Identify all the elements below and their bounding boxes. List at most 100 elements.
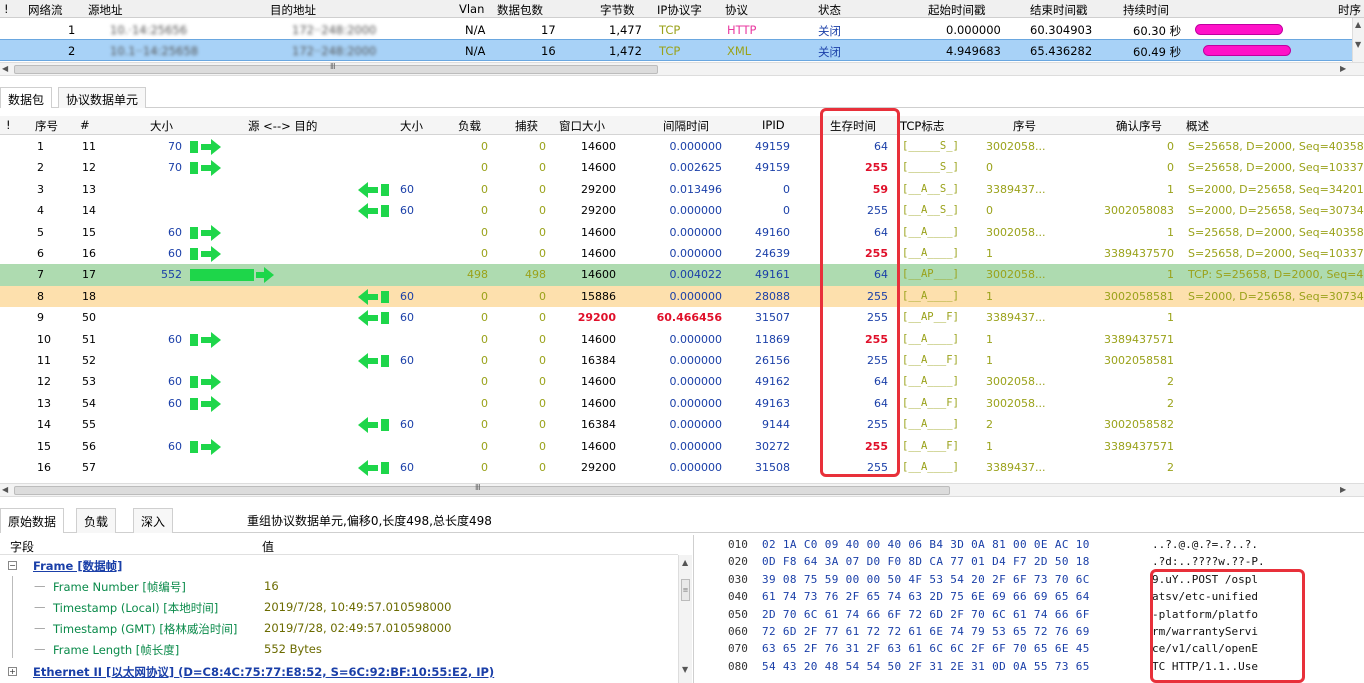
flow-row-selected[interactable]: 2 10.1··14:25658 172··248:2000 N/A 16 1,…: [0, 39, 1352, 61]
flow-col-bytes[interactable]: 字节数: [600, 2, 635, 18]
packet-row[interactable]: 15 56 0 0 14600 0.000000 30272 255 [__A___F] 1 338…: [0, 436, 1364, 457]
flow-vertical-scrollbar[interactable]: ▲ ▼: [1352, 18, 1364, 62]
hex-row[interactable]: 040 61 74 73 76 2F 65 74 63 2D 75 6E 69 6…: [696, 590, 1364, 607]
packet-row[interactable]: 1 11 0 0 14600 0.000000 49159 64 [_____S_] 300205…: [0, 136, 1364, 157]
tab-packets[interactable]: 数据包: [0, 87, 53, 108]
frame-title[interactable]: Frame [数据帧]: [33, 558, 122, 574]
pk-col-interval[interactable]: 间隔时间: [663, 118, 709, 134]
scroll-left-icon[interactable]: ◀: [2, 64, 8, 73]
scroll-down-icon[interactable]: ▼: [682, 665, 688, 674]
hex-row[interactable]: 010 02 1A C0 09 40 00 40 06 B4 3D 0A 81 0…: [696, 538, 1364, 555]
pk-col-ack[interactable]: 确认序号: [1116, 118, 1162, 134]
packet-row[interactable]: 6 16 0 0 14600 0.000000 24639 255 [__A____] 1 3389…: [0, 243, 1364, 264]
fields-col-name[interactable]: 字段: [10, 538, 34, 555]
packet-row[interactable]: 8 18 0 0 15886 0.000000 28088 255 [__A____] 1 3002…: [0, 285, 1364, 308]
pk-col-ipid[interactable]: IPID: [762, 118, 785, 132]
packet-row[interactable]: 5 15 0 0 14600 0.000000 49160 64 [__A____] 300205…: [0, 222, 1364, 243]
flow-col-state[interactable]: 状态: [818, 2, 841, 18]
flow-col-ipproto[interactable]: IP协议字: [657, 2, 702, 18]
flow-col-src[interactable]: 源地址: [88, 2, 123, 18]
packet-row[interactable]: 7 17 498 498 14600 0.004022 49161 64 [__AP___] 30…: [0, 264, 1364, 286]
pk-col-seq[interactable]: 序号: [1013, 118, 1036, 134]
flow-col-timeline[interactable]: 时序: [1338, 2, 1361, 18]
packet-row[interactable]: 3 13 0 0 29200 0.013496 0 59 [__A__S_] 3389437...…: [0, 179, 1364, 200]
packet-row[interactable]: 16 57 0 0 29200 0.000000 31508 255 [__A____] 3389…: [0, 457, 1364, 478]
flow-col-flag[interactable]: !: [4, 2, 9, 16]
scroll-thumb[interactable]: [14, 65, 658, 74]
packet-ack: 3389437570: [1104, 247, 1174, 260]
flow-col-stream[interactable]: 网络流: [28, 2, 63, 18]
flow-col-dst[interactable]: 目的地址: [270, 2, 316, 18]
tab-raw-data[interactable]: 原始数据: [0, 508, 65, 533]
tree-item[interactable]: — Timestamp (Local) [本地时间] 2019/7/28, 10…: [0, 597, 678, 618]
flow-horizontal-scrollbar[interactable]: ◀ Ⅲ ▶: [0, 62, 1364, 76]
flow-row[interactable]: 1 10.·14:25656 172··248:2000 N/A 17 1,47…: [0, 19, 1352, 41]
pk-col-summary[interactable]: 概述: [1186, 118, 1209, 134]
pk-col-payload[interactable]: 负载: [458, 118, 481, 134]
tab-payload[interactable]: 负载: [76, 508, 117, 533]
scroll-thumb[interactable]: [14, 486, 950, 495]
tree-item[interactable]: — Frame Length [帧长度] 552 Bytes: [0, 639, 678, 660]
pk-col-direction[interactable]: 源 <--> 目的: [248, 118, 317, 134]
packet-row[interactable]: 10 51 0 0 14600 0.000000 11869 255 [__A____] 1 338…: [0, 329, 1364, 350]
packet-summary: S=2000, D=25658, Seq=30734: [1188, 289, 1364, 303]
scroll-up-icon[interactable]: ▲: [682, 558, 688, 567]
scroll-thumb[interactable]: ≡: [681, 579, 690, 601]
pk-col-window[interactable]: 窗口大小: [559, 118, 605, 134]
hex-row[interactable]: 050 2D 70 6C 61 74 66 6F 72 6D 2F 70 6C 6…: [696, 608, 1364, 625]
packet-row[interactable]: 2 12 0 0 14600 0.002625 49159 255 [_____S_] 0 0 S=2…: [0, 157, 1364, 178]
hex-row[interactable]: 070 63 65 2F 76 31 2F 63 61 6C 6C 2F 6F 7…: [696, 642, 1364, 659]
tree-item[interactable]: — Frame Number [帧编号] 16: [0, 576, 678, 597]
packet-tcp-flags: [__A____]: [902, 225, 959, 238]
packet-row[interactable]: 13 54 0 0 14600 0.000000 49163 64 [__A___F] 30020…: [0, 393, 1364, 414]
flow-col-start[interactable]: 起始时间戳: [928, 2, 986, 18]
tree-node-frame[interactable]: − Frame [数据帧]: [0, 555, 678, 576]
packet-row[interactable]: 12 53 0 0 14600 0.000000 49162 64 [__A____] 30020…: [0, 371, 1364, 392]
pk-col-flag[interactable]: !: [6, 118, 11, 132]
pk-col-ttl[interactable]: 生存时间: [830, 118, 876, 134]
flow-bytes: 1,472: [609, 44, 642, 58]
packet-row[interactable]: 14 55 0 0 16384 0.000000 9144 255 [__A____] 2 3002…: [0, 414, 1364, 435]
pk-col-tcp-flags[interactable]: TCP标志: [900, 118, 944, 134]
hex-row[interactable]: 080 54 43 20 48 54 54 50 2F 31 2E 31 0D 0…: [696, 660, 1364, 677]
tab-pdu[interactable]: 协议数据单元: [58, 87, 147, 108]
scroll-down-icon[interactable]: ▼: [1355, 40, 1361, 49]
arrow-right-icon: [190, 395, 222, 412]
packet-row[interactable]: 4 14 0 0 29200 0.000000 0 255 [__A__S_] 0 30020580…: [0, 200, 1364, 221]
scroll-up-icon[interactable]: ▲: [1355, 20, 1361, 29]
scroll-left-icon[interactable]: ◀: [2, 485, 8, 494]
pk-col-captured[interactable]: 捕获: [515, 118, 538, 134]
tree-node-ethernet[interactable]: + Ethernet II [以太网协议] (D=C8:4C:75:77:E8:…: [0, 661, 678, 682]
flow-col-end[interactable]: 结束时间戳: [1030, 2, 1088, 18]
flow-col-vlan[interactable]: Vlan: [459, 2, 484, 16]
flow-col-proto[interactable]: 协议: [725, 2, 748, 18]
packet-horizontal-scrollbar[interactable]: ◀ Ⅲ ▶: [0, 483, 1364, 497]
flow-col-duration[interactable]: 持续时间: [1123, 2, 1169, 18]
flow-src: 10.·14:25656: [110, 23, 188, 37]
tab-deep[interactable]: 深入: [133, 508, 174, 533]
expand-icon[interactable]: +: [8, 667, 17, 676]
flow-col-packets[interactable]: 数据包数: [497, 2, 543, 18]
ethernet-title[interactable]: Ethernet II [以太网协议] (D=C8:4C:75:77:E8:52…: [33, 664, 494, 680]
arrow-left-icon: [358, 288, 390, 305]
pk-col-number[interactable]: #: [80, 118, 90, 132]
hex-offset: 060: [728, 625, 748, 638]
packet-interval: 0.004022: [669, 268, 723, 282]
hex-row[interactable]: 030 39 08 75 59 00 00 50 4F 53 54 20 2F 6…: [696, 573, 1364, 590]
collapse-icon[interactable]: −: [8, 561, 17, 570]
hex-row[interactable]: 060 72 6D 2F 77 61 72 72 61 6E 74 79 53 6…: [696, 625, 1364, 642]
packet-ipid: 0: [783, 204, 790, 218]
scroll-right-icon[interactable]: ▶: [1340, 485, 1346, 494]
hex-bytes: 72 6D 2F 77 61 72 72 61 6E 74 79 53 65 7…: [762, 625, 1090, 638]
flow-state: 关闭: [818, 45, 841, 59]
fields-col-value[interactable]: 值: [262, 538, 274, 555]
tree-item[interactable]: — Timestamp (GMT) [格林威治时间] 2019/7/28, 02…: [0, 618, 678, 639]
pk-col-size-left[interactable]: 大小: [150, 118, 173, 134]
hex-row[interactable]: 020 0D F8 64 3A 07 D0 F0 8D CA 77 01 D4 F…: [696, 555, 1364, 572]
pk-col-size-right[interactable]: 大小: [400, 118, 423, 134]
packet-row[interactable]: 11 52 0 0 16384 0.000000 26156 255 [__A___F] 1 300…: [0, 350, 1364, 371]
packet-row[interactable]: 9 50 0 0 29200 60.466456 31507 255 [__AP__F] 3389…: [0, 307, 1364, 328]
fields-vertical-scrollbar[interactable]: ▲ ≡ ▼: [678, 555, 692, 683]
pk-col-index[interactable]: 序号: [35, 118, 58, 134]
scroll-right-icon[interactable]: ▶: [1340, 64, 1346, 73]
